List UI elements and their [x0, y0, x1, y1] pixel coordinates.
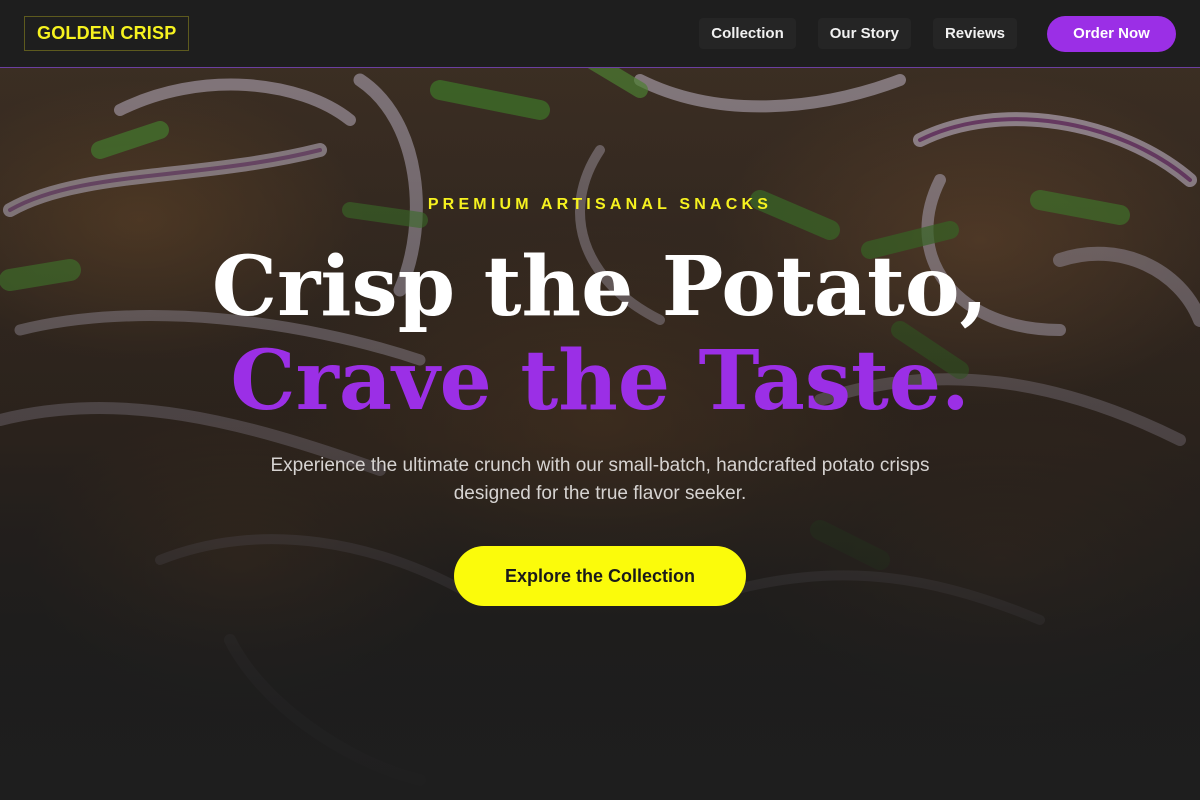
hero-subtitle: Experience the ultimate crunch with our … [270, 455, 930, 504]
brand-logo[interactable]: GOLDEN CRISP [24, 16, 190, 51]
top-navbar: GOLDEN CRISP Collection Our Story Review… [0, 0, 1200, 68]
hero-section: PREMIUM ARTISANAL SNACKS Crisp the Potat… [0, 0, 1200, 800]
hero-eyebrow: PREMIUM ARTISANAL SNACKS [427, 196, 773, 213]
nav-link-our-story[interactable]: Our Story [817, 18, 911, 49]
explore-collection-button[interactable]: Explore the Collection [454, 546, 746, 606]
hero-headline-line2: Crave the Taste. [230, 333, 970, 429]
order-now-button[interactable]: Order Now [1047, 15, 1176, 52]
nav-menu: Collection Our Story Reviews Order Now [677, 15, 1176, 52]
nav-link-reviews[interactable]: Reviews [932, 18, 1017, 49]
hero-headline-line1: Crisp the Potato, [211, 239, 989, 335]
nav-link-collection[interactable]: Collection [699, 18, 796, 49]
